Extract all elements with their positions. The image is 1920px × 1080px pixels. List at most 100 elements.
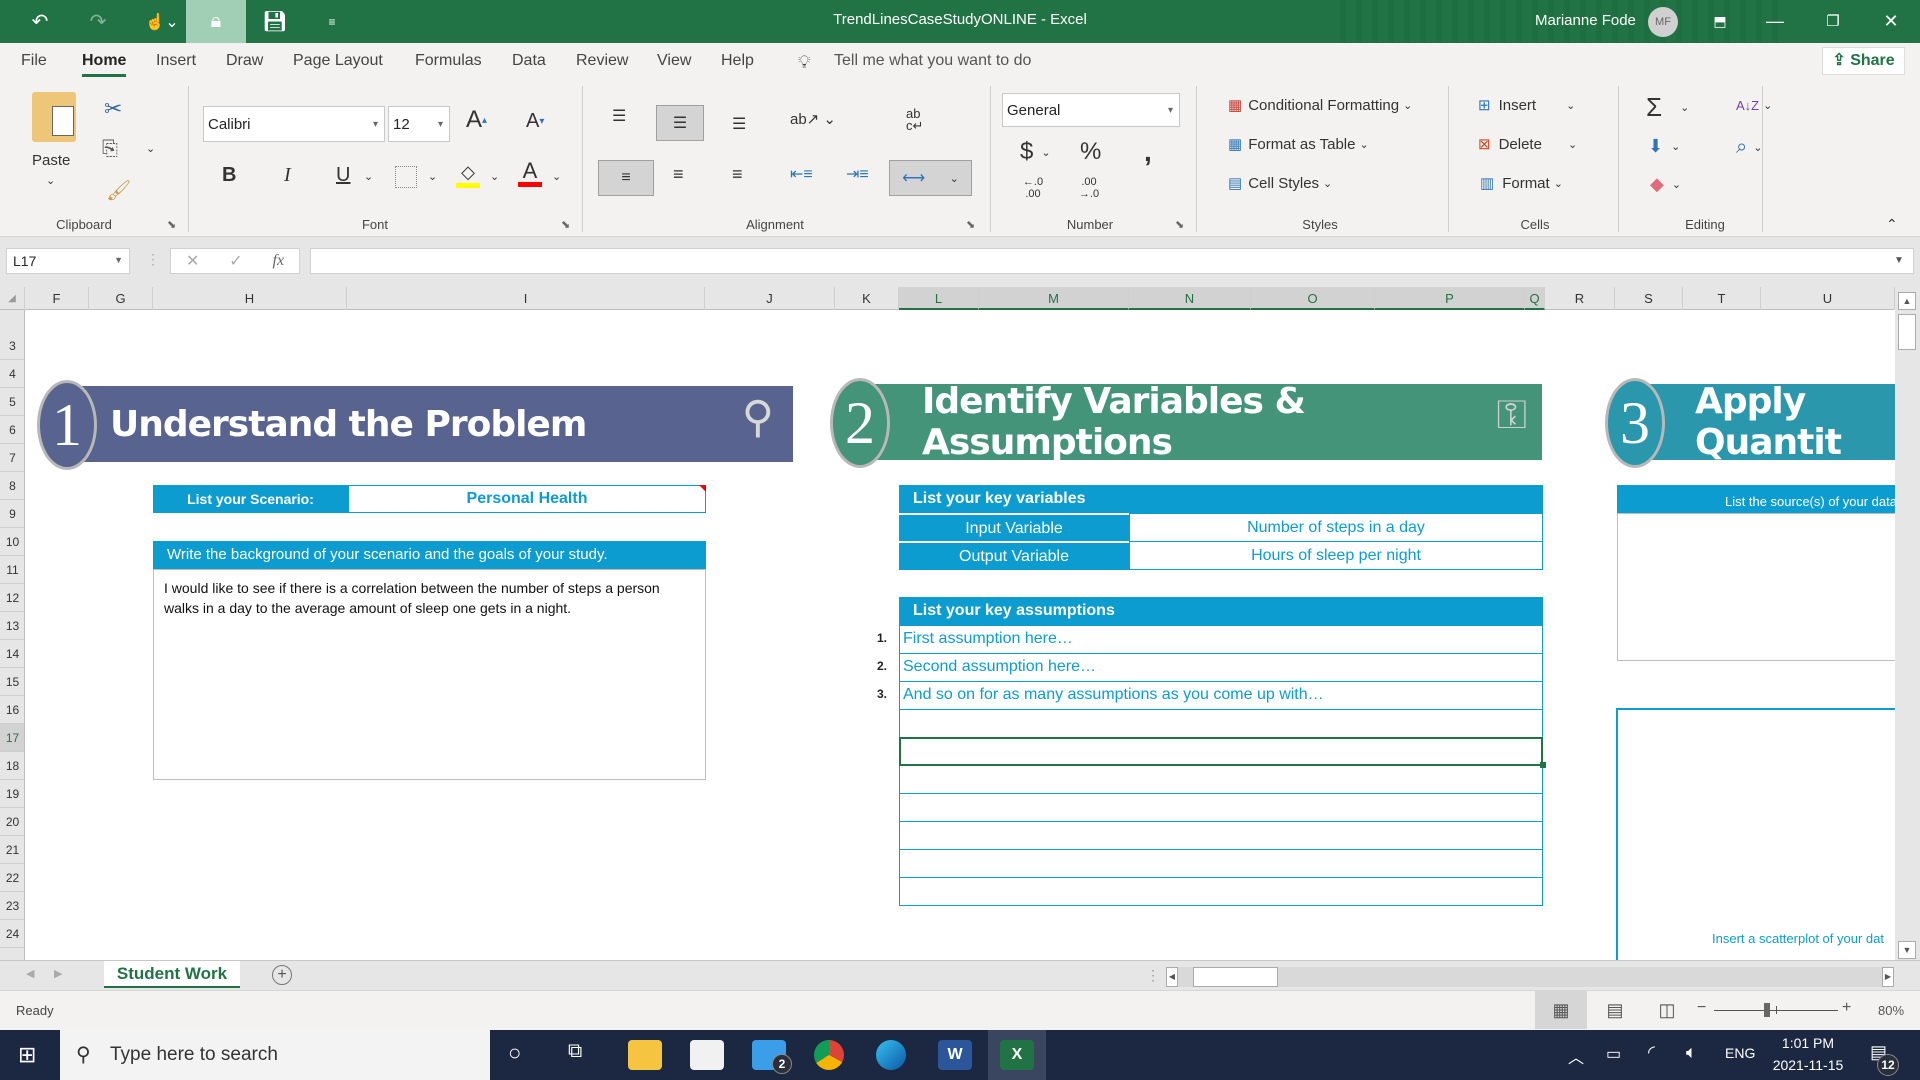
tab-insert[interactable]: Insert	[156, 52, 196, 70]
cell-styles-button[interactable]: ▤ Cell Styles ⌄	[1228, 174, 1332, 193]
row-header[interactable]: 21	[0, 836, 24, 864]
row-header[interactable]: 10	[0, 528, 24, 556]
zoom-level[interactable]: 80%	[1878, 1003, 1904, 1018]
zoom-out-button[interactable]: −	[1697, 999, 1706, 1017]
splitter-grip-icon[interactable]: ⋮	[1146, 967, 1160, 984]
tab-view[interactable]: View	[657, 52, 691, 70]
row-header[interactable]: 3	[0, 332, 24, 360]
insert-cells-button[interactable]: ⊞ Insert ⌄	[1478, 96, 1575, 115]
column-header[interactable]: M	[979, 287, 1129, 310]
column-header[interactable]: Q	[1525, 287, 1545, 310]
row-header[interactable]: 14	[0, 640, 24, 668]
italic-button[interactable]: I	[284, 164, 291, 187]
restore-icon[interactable]: ❐	[1810, 0, 1856, 43]
increase-font-icon[interactable]: A ▴	[466, 106, 487, 134]
percent-button[interactable]: %	[1080, 138, 1101, 166]
paste-icon[interactable]	[32, 92, 76, 142]
sort-filter-button[interactable]: A↓Z ⌄	[1736, 98, 1772, 113]
scenario-input[interactable]: Personal Health	[348, 485, 706, 513]
comma-button[interactable]: ,	[1144, 136, 1152, 168]
row-header[interactable]: 11	[0, 556, 24, 584]
decrease-decimal-button[interactable]: .00 →.0	[1076, 176, 1102, 200]
increase-indent-icon[interactable]: ⇥≡	[846, 164, 869, 184]
number-launcher-icon[interactable]: ⬊	[1175, 218, 1184, 231]
ribbon-display-icon[interactable]: ⬒	[1697, 0, 1743, 43]
row-header[interactable]: 17	[0, 724, 24, 752]
battery-icon[interactable]: ▭	[1606, 1044, 1621, 1064]
row-header[interactable]: 18	[0, 752, 24, 780]
horizontal-scroll-thumb[interactable]	[1193, 967, 1278, 987]
column-header[interactable]: J	[705, 287, 835, 310]
decrease-font-icon[interactable]: A ▾	[526, 110, 544, 133]
tab-data[interactable]: Data	[512, 52, 546, 70]
select-all-button[interactable]: ◢	[0, 287, 25, 310]
row-header[interactable]: 22	[0, 864, 24, 892]
conditional-formatting-button[interactable]: ▦ Conditional Formatting ⌄	[1228, 96, 1412, 115]
font-size-select[interactable]: 12 ▾	[388, 106, 450, 142]
currency-button[interactable]: $ ⌄	[1020, 138, 1051, 166]
worksheet-grid[interactable]: Understand the Problem ⚲ 1 List your Sce…	[25, 310, 1895, 960]
number-format-select[interactable]: General ▾	[1002, 93, 1180, 127]
paste-dropdown-icon[interactable]: ⌄	[46, 174, 55, 187]
close-icon[interactable]: ✕	[1868, 0, 1914, 43]
align-left-icon[interactable]: ≡	[598, 160, 654, 196]
zoom-slider-thumb[interactable]	[1764, 1003, 1770, 1017]
assumption-input[interactable]: And so on for as many assumptions as you…	[899, 681, 1543, 710]
scatterplot-placeholder[interactable]: Insert a scatterplot of your dat	[1616, 708, 1895, 960]
borders-icon[interactable]	[395, 166, 417, 188]
scroll-right-icon[interactable]: ▶	[1882, 967, 1894, 987]
assumption-input[interactable]: First assumption here…	[899, 625, 1543, 654]
avatar[interactable]: MF	[1648, 7, 1678, 37]
row-header[interactable]: 8	[0, 472, 24, 500]
taskbar-search[interactable]: ⚲ Type here to search	[60, 1030, 490, 1080]
file-explorer-icon[interactable]	[628, 1040, 662, 1070]
increase-decimal-button[interactable]: ←.0 .00	[1020, 176, 1046, 200]
add-sheet-icon[interactable]: +	[272, 965, 292, 985]
assumption-input[interactable]	[899, 793, 1543, 822]
row-header[interactable]: 13	[0, 612, 24, 640]
cancel-icon[interactable]: ✕	[186, 251, 199, 271]
language-indicator[interactable]: ENG	[1725, 1045, 1755, 1061]
collapse-ribbon-icon[interactable]: ⌃	[1886, 216, 1898, 233]
share-button[interactable]: ⇪ Share	[1822, 47, 1905, 75]
format-as-table-button[interactable]: ▦ Format as Table ⌄	[1228, 135, 1369, 154]
edge-icon[interactable]	[876, 1040, 906, 1070]
tab-formulas[interactable]: Formulas	[415, 52, 482, 70]
prev-sheet-icon[interactable]: ◀	[26, 967, 34, 980]
row-header[interactable]: 15	[0, 668, 24, 696]
column-header[interactable]: G	[89, 287, 153, 310]
merge-center-button[interactable]: ⟷ ⌄	[889, 160, 972, 196]
page-break-view-icon[interactable]: ◫	[1652, 991, 1682, 1029]
normal-view-icon[interactable]: ▦	[1535, 991, 1587, 1029]
minimize-icon[interactable]: —	[1752, 0, 1798, 43]
decrease-indent-icon[interactable]: ⇤≡	[790, 164, 813, 184]
word-icon[interactable]: W	[938, 1040, 972, 1070]
alignment-launcher-icon[interactable]: ⬊	[966, 218, 975, 231]
assumption-input[interactable]: Second assumption here…	[899, 653, 1543, 682]
column-header[interactable]: O	[1251, 287, 1375, 310]
next-sheet-icon[interactable]: ▶	[54, 967, 62, 980]
align-center-icon[interactable]: ≡	[673, 164, 684, 185]
bottom-align-icon[interactable]: ☰	[732, 114, 746, 134]
top-align-icon[interactable]: ☰	[612, 106, 626, 126]
bold-button[interactable]: B	[222, 164, 236, 187]
font-color-dropdown-icon[interactable]: ⌄	[552, 170, 561, 183]
assumption-input[interactable]	[899, 821, 1543, 850]
fill-button[interactable]: ⬇ ⌄	[1648, 136, 1680, 157]
find-select-button[interactable]: ⌕ ⌄	[1736, 136, 1762, 159]
column-header[interactable]: I	[347, 287, 705, 310]
format-cells-button[interactable]: ▥ Format ⌄	[1480, 174, 1563, 193]
fill-handle[interactable]	[1540, 762, 1546, 768]
insert-function-icon[interactable]: fx	[273, 252, 285, 270]
vertical-scroll-thumb[interactable]	[1898, 314, 1916, 350]
zoom-slider[interactable]	[1714, 1003, 1838, 1017]
clock-date[interactable]: 2021-11-15	[1765, 1057, 1851, 1073]
scroll-down-icon[interactable]: ▼	[1898, 941, 1916, 959]
row-header[interactable]: 4	[0, 360, 24, 388]
tab-help[interactable]: Help	[721, 52, 754, 70]
orientation-icon[interactable]: ab↗ ⌄	[790, 110, 836, 128]
clear-button[interactable]: ◆ ⌄	[1650, 174, 1681, 195]
comment-indicator-icon[interactable]	[699, 485, 706, 492]
chrome-icon[interactable]	[814, 1040, 844, 1070]
row-header[interactable]: 16	[0, 696, 24, 724]
